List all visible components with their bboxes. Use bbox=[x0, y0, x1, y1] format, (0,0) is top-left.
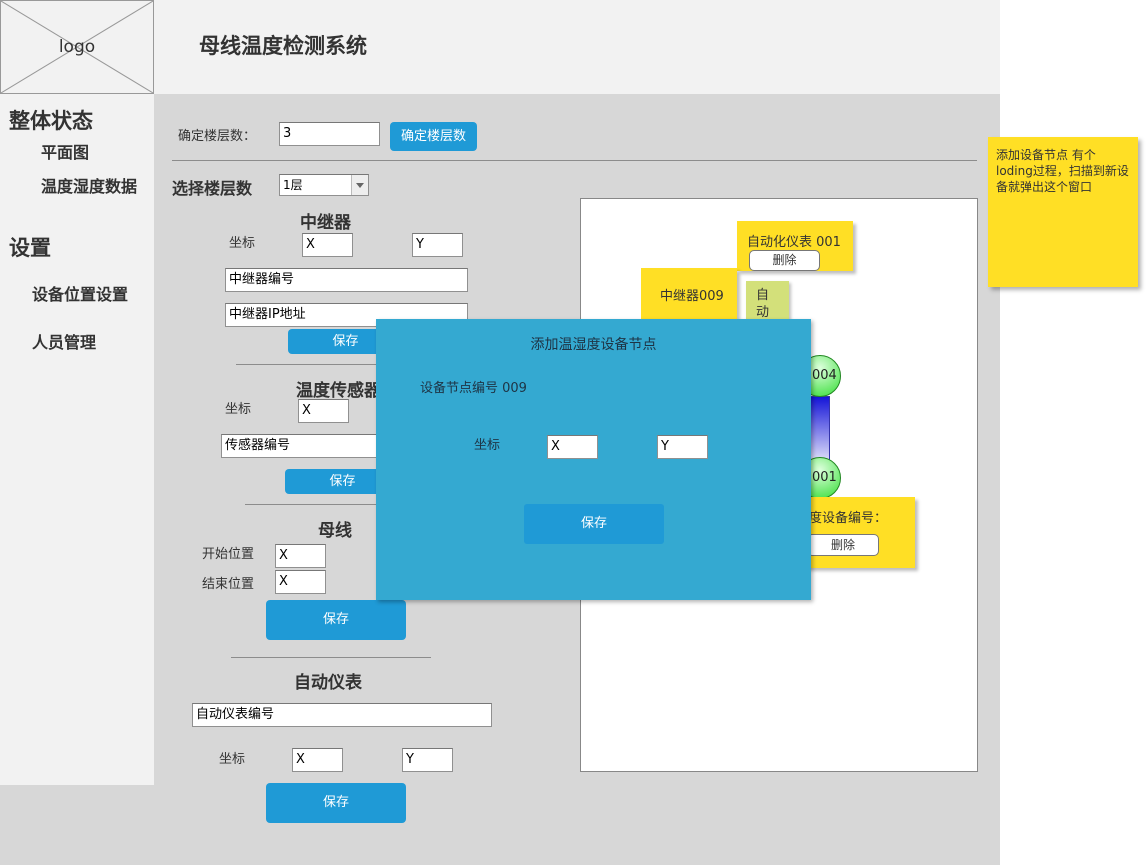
busbar-end-x-input[interactable]: X bbox=[275, 570, 326, 594]
meter-card-delete-button[interactable]: 删除 bbox=[749, 250, 820, 271]
busbar-save-button[interactable]: 保存 bbox=[266, 600, 406, 640]
floor-select-value: 1层 bbox=[283, 178, 303, 192]
floor-count-label: 确定楼层数： bbox=[178, 129, 257, 144]
page-title: 母线温度检测系统 bbox=[199, 34, 367, 58]
meter-section-title: 自动仪表 bbox=[294, 673, 362, 693]
busbar-start-label: 开始位置 bbox=[202, 547, 255, 562]
temp-card-delete-button[interactable]: 删除 bbox=[807, 534, 879, 556]
sidebar bbox=[0, 94, 154, 785]
chevron-down-icon[interactable] bbox=[351, 175, 368, 195]
confirm-floor-button[interactable]: 确定楼层数 bbox=[390, 122, 477, 151]
node-bottom-label: 001 bbox=[812, 470, 837, 485]
select-floor-label: 选择楼层数 bbox=[172, 179, 253, 198]
busbar-section-title: 母线 bbox=[318, 521, 352, 541]
add-node-modal: 添加温湿度设备节点 设备节点编号 009 坐标 X Y 保存 bbox=[376, 319, 811, 600]
divider bbox=[231, 657, 431, 658]
repeater-y-input[interactable]: Y bbox=[412, 233, 463, 257]
meter-card[interactable]: 自动化仪表 001 删除 bbox=[737, 221, 853, 271]
modal-save-button[interactable]: 保存 bbox=[524, 504, 664, 544]
sidebar-group-settings: 设置 bbox=[9, 236, 51, 260]
meter-save-button[interactable]: 保存 bbox=[266, 783, 406, 823]
modal-x-input[interactable]: X bbox=[547, 435, 598, 459]
annotation-note: 添加设备节点 有个loding过程，扫描到新设备就弹出这个窗口 bbox=[988, 137, 1138, 287]
modal-node-id: 设备节点编号 009 bbox=[420, 381, 527, 396]
meter-y-input[interactable]: Y bbox=[402, 748, 453, 772]
meter-id-input[interactable]: 自动仪表编号 bbox=[192, 703, 492, 727]
sidebar-group-overview: 整体状态 bbox=[9, 109, 93, 133]
sensor-section-title: 温度传感器 bbox=[296, 381, 381, 401]
divider bbox=[172, 160, 977, 161]
sidebar-item-personnel[interactable]: 人员管理 bbox=[32, 329, 96, 353]
modal-y-input[interactable]: Y bbox=[657, 435, 708, 459]
meter-card-title: 自动化仪表 001 bbox=[747, 235, 841, 250]
annotation-note-text: 添加设备节点 有个loding过程，扫描到新设备就弹出这个窗口 bbox=[996, 148, 1129, 194]
temp-card-title: 度设备编号： bbox=[809, 511, 888, 526]
modal-coord-label: 坐标 bbox=[474, 438, 501, 453]
sidebar-item-temp-humidity[interactable]: 温度湿度数据 bbox=[41, 173, 137, 197]
logo-text: logo bbox=[58, 37, 96, 57]
repeater-id-input[interactable]: 中继器编号 bbox=[225, 268, 468, 292]
node-top-label: 004 bbox=[812, 368, 837, 383]
modal-title: 添加温湿度设备节点 bbox=[530, 337, 657, 353]
logo: logo bbox=[0, 0, 154, 94]
busbar-start-x-input[interactable]: X bbox=[275, 544, 326, 568]
sensor-coord-label: 坐标 bbox=[225, 402, 252, 417]
floor-select[interactable]: 1层 bbox=[279, 174, 369, 196]
sidebar-item-plan[interactable]: 平面图 bbox=[41, 139, 89, 163]
repeater-section-title: 中继器 bbox=[300, 213, 351, 233]
busbar-end-label: 结束位置 bbox=[202, 577, 255, 592]
sensor-x-input[interactable]: X bbox=[298, 399, 349, 423]
meter-x-input[interactable]: X bbox=[292, 748, 343, 772]
repeater-x-input[interactable]: X bbox=[302, 233, 353, 257]
sidebar-item-device-position[interactable]: 设备位置设置 bbox=[32, 281, 128, 305]
repeater-card[interactable]: 中继器009 bbox=[641, 268, 737, 324]
repeater-coord-label: 坐标 bbox=[229, 236, 256, 251]
repeater-card-title: 中继器009 bbox=[660, 289, 724, 304]
floor-count-input[interactable]: 3 bbox=[279, 122, 380, 146]
meter-coord-label: 坐标 bbox=[219, 752, 246, 767]
green-card-text: 自动 bbox=[756, 288, 770, 320]
green-card[interactable]: 自动 bbox=[746, 281, 789, 323]
